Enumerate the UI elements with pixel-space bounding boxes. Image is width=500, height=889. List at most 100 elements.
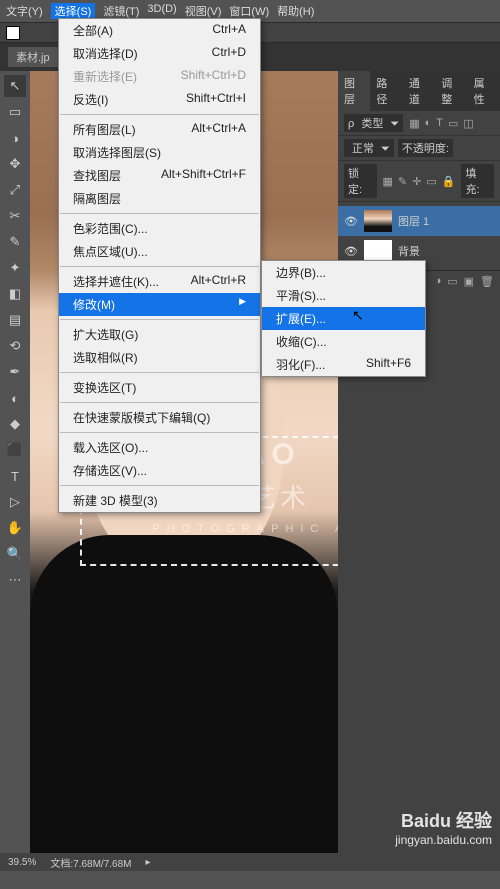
gradient-tool[interactable]: ◐	[4, 387, 26, 409]
cursor-icon: ↖	[352, 307, 364, 324]
menu-type[interactable]: 文字(Y)	[6, 3, 43, 19]
path-tool[interactable]: ▷	[4, 491, 26, 513]
new-layer-icon[interactable]: ▣	[464, 275, 474, 288]
menu-item[interactable]: 所有图层(L)Alt+Ctrl+A	[59, 118, 260, 141]
submenu-item[interactable]: 扩展(E)...	[262, 307, 425, 330]
select-menu-dropdown: 全部(A)Ctrl+A取消选择(D)Ctrl+D重新选择(E)Shift+Ctr…	[58, 18, 261, 513]
menu-item[interactable]: 选择并遮住(K)...Alt+Ctrl+R	[59, 270, 260, 293]
menu-item[interactable]: 隔离图层	[59, 187, 260, 210]
trash-icon[interactable]: 🗑	[480, 275, 494, 288]
smart-filter-icon: ◫	[461, 117, 475, 130]
blur-tool[interactable]: ◆	[4, 413, 26, 435]
menu-item: 重新选择(E)Shift+Ctrl+D	[59, 65, 260, 88]
menu-item[interactable]: 取消选择图层(S)	[59, 141, 260, 164]
visibility-icon[interactable]: 👁	[344, 245, 358, 258]
lock-paint-icon: ✎	[396, 175, 409, 188]
blend-mode-select[interactable]: 正常 ⏷	[344, 139, 394, 157]
layer-name[interactable]: 图层 1	[398, 213, 429, 229]
menu-item[interactable]: 焦点区域(U)...	[59, 240, 260, 263]
menu-item[interactable]: 新建 3D 模型(3)	[59, 489, 260, 512]
group-icon[interactable]: ▭	[447, 275, 457, 288]
type-filter-icon: T	[434, 117, 445, 130]
lock-all-icon: 🔒	[440, 175, 458, 188]
tab-paths[interactable]: 路径	[370, 71, 402, 111]
watermark-line3: PHOTOGRAPHIC ART	[82, 515, 338, 535]
submenu-item[interactable]: 边界(B)...	[262, 261, 425, 284]
tool-palette: ↖ ▭ ◑ ✥ ⤢ ✂ ✎ ✦ ◧ ▤ ⟲ ✒ ◐ ◆ ⬛ T ▷ ✋ 🔍 ⋯	[0, 71, 30, 871]
zoom-tool[interactable]: 🔍	[4, 543, 26, 565]
visibility-icon[interactable]: 👁	[344, 215, 358, 228]
menu-help[interactable]: 帮助(H)	[277, 3, 314, 19]
crop-tool[interactable]: ⤢	[4, 179, 26, 201]
slice-tool[interactable]: ✂	[4, 205, 26, 227]
menu-select[interactable]: 选择(S)	[51, 3, 96, 19]
adjustment-icon[interactable]: ◑	[435, 275, 442, 288]
menu-item[interactable]: 全部(A)Ctrl+A	[59, 19, 260, 42]
layer-kind-filter[interactable]: ρ 类型 ⏷	[344, 114, 403, 132]
lasso-tool[interactable]: ◑	[4, 127, 26, 149]
clothing-region	[30, 535, 338, 871]
menu-window[interactable]: 窗口(W)	[229, 3, 269, 19]
tab-layers[interactable]: 图层	[338, 71, 370, 111]
modify-submenu-dropdown: 边界(B)...平滑(S)...扩展(E)...收缩(C)...羽化(F)...…	[261, 260, 426, 377]
lock-artboard-icon: ▭	[424, 175, 438, 188]
layer-thumbnail[interactable]	[364, 240, 392, 262]
menu-item[interactable]: 存储选区(V)...	[59, 459, 260, 482]
status-bar: 39.5% 文档:7.68M/7.68M ▸	[0, 853, 500, 871]
lock-move-icon: ✛	[410, 175, 423, 188]
hand-tool[interactable]: ✋	[4, 517, 26, 539]
panel-tabs: 图层 路径 通道 调整 属性	[338, 71, 500, 111]
marquee-tool[interactable]: ▭	[4, 101, 26, 123]
tab-channels[interactable]: 通道	[403, 71, 435, 111]
eraser-tool[interactable]: ✒	[4, 361, 26, 383]
menu-item[interactable]: 取消选择(D)Ctrl+D	[59, 42, 260, 65]
menu-item[interactable]: 变换选区(T)	[59, 376, 260, 399]
menu-item[interactable]: 选取相似(R)	[59, 346, 260, 369]
stamp-tool[interactable]: ▤	[4, 309, 26, 331]
menu-view[interactable]: 视图(V)	[185, 3, 222, 19]
menu-item[interactable]: 反选(I)Shift+Ctrl+I	[59, 88, 260, 111]
img-filter-icon: ▦	[407, 117, 421, 130]
baidu-watermark: Baidu 经验 jingyan.baidu.com	[395, 810, 492, 849]
menu-3d[interactable]: 3D(D)	[147, 3, 176, 19]
menu-item[interactable]: 载入选区(O)...	[59, 436, 260, 459]
menu-filter[interactable]: 滤镜(T)	[103, 3, 139, 19]
submenu-item[interactable]: 羽化(F)...Shift+F6	[262, 353, 425, 376]
tab-adjust[interactable]: 调整	[435, 71, 467, 111]
brush-tool[interactable]: ◧	[4, 283, 26, 305]
lock-transparency-icon: ▦	[381, 175, 395, 188]
eyedropper-tool[interactable]: ✎	[4, 231, 26, 253]
layer-thumbnail[interactable]	[364, 210, 392, 232]
tab-props[interactable]: 属性	[468, 71, 500, 111]
lock-label: 锁定:	[344, 164, 377, 198]
lock-icons[interactable]: ▦✎✛▭🔒	[381, 175, 458, 188]
baidu-url: jingyan.baidu.com	[395, 833, 492, 849]
document-tab[interactable]: 素材.jp	[8, 47, 58, 67]
move-tool[interactable]: ↖	[4, 75, 26, 97]
heal-tool[interactable]: ✦	[4, 257, 26, 279]
doc-size: 文档:7.68M/7.68M	[50, 855, 131, 870]
status-arrow-icon[interactable]: ▸	[146, 857, 151, 868]
dodge-tool[interactable]: ⬛	[4, 439, 26, 461]
menu-item[interactable]: 在快速蒙版模式下编辑(Q)	[59, 406, 260, 429]
type-tool[interactable]: T	[4, 465, 26, 487]
fill-label: 填充:	[461, 164, 494, 198]
layer-name[interactable]: 背景	[398, 243, 420, 259]
zoom-level[interactable]: 39.5%	[8, 857, 36, 868]
menu-item[interactable]: 查找图层Alt+Shift+Ctrl+F	[59, 164, 260, 187]
quick-select-tool[interactable]: ✥	[4, 153, 26, 175]
menu-item[interactable]: 扩大选取(G)	[59, 323, 260, 346]
shape-filter-icon: ▭	[446, 117, 460, 130]
tool-overflow[interactable]: ⋯	[4, 569, 26, 591]
history-brush-tool[interactable]: ⟲	[4, 335, 26, 357]
menu-item[interactable]: 修改(M)	[59, 293, 260, 316]
panel-dock: 图层 路径 通道 调整 属性 ρ 类型 ⏷ ▦◐T▭◫ 正常 ⏷ 不透明度: 锁…	[338, 71, 500, 871]
menu-item[interactable]: 色彩范围(C)...	[59, 217, 260, 240]
filter-icons[interactable]: ▦◐T▭◫	[407, 117, 476, 130]
submenu-item[interactable]: 平滑(S)...	[262, 284, 425, 307]
baidu-brand: Baidu 经验	[395, 810, 492, 833]
swatch-icon[interactable]	[6, 26, 20, 40]
adj-filter-icon: ◐	[423, 117, 434, 130]
layer-row[interactable]: 👁 图层 1	[338, 206, 500, 236]
submenu-item[interactable]: 收缩(C)...	[262, 330, 425, 353]
